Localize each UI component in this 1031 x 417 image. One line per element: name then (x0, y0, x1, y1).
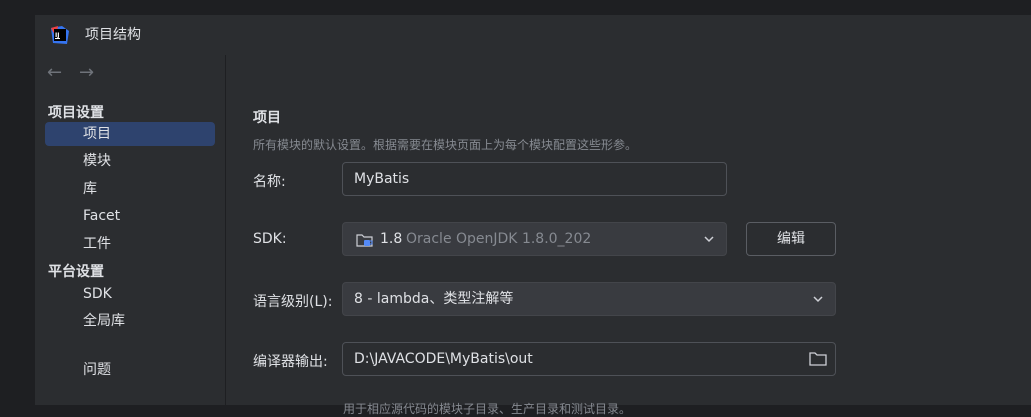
sidebar-item-label: 工件 (83, 236, 111, 252)
project-name-field[interactable]: MyBatis (342, 162, 727, 196)
intellij-logo-icon: IJ (51, 26, 69, 44)
section-platform-settings: 平台设置 (48, 264, 104, 280)
sidebar-item-artifacts[interactable]: 工件 (45, 232, 215, 256)
chevron-down-icon (704, 236, 714, 243)
arrow-right-icon[interactable]: → (79, 63, 94, 83)
project-settings-panel: 项目 所有模块的默认设置。根据需要在模块页面上为每个模块配置这些形参。 名称: … (226, 55, 1031, 416)
page-description: 所有模块的默认设置。根据需要在模块页面上为每个模块配置这些形参。 (253, 138, 638, 152)
sdk-dropdown[interactable]: 1.8 Oracle OpenJDK 1.8.0_202 (342, 222, 727, 256)
sidebar-item-label: 模块 (83, 153, 111, 169)
sidebar-item-facet[interactable]: Facet (45, 204, 215, 228)
sdk-edit-button[interactable]: 编辑 (746, 222, 836, 256)
arrow-left-icon[interactable]: ← (47, 63, 62, 83)
name-label: 名称: (253, 174, 286, 190)
project-name-value: MyBatis (354, 171, 410, 187)
page-title: 项目 (253, 110, 281, 126)
sidebar-item-label: 库 (83, 181, 97, 197)
sdk-label: SDK: (253, 231, 287, 247)
sidebar-item-project[interactable]: 项目 (45, 122, 215, 146)
sidebar-item-label: Facet (83, 208, 121, 224)
sidebar-item-libraries[interactable]: 库 (45, 177, 215, 201)
sidebar-item-problems[interactable]: 问题 (45, 358, 215, 382)
sidebar-item-global-libraries[interactable]: 全局库 (45, 309, 215, 333)
svg-text:IJ: IJ (55, 32, 59, 39)
compiler-output-value: D:\JAVACODE\MyBatis\out (354, 351, 533, 367)
language-level-value: 8 - lambda、类型注解等 (354, 291, 514, 307)
sidebar-item-label: 全局库 (83, 313, 125, 329)
sdk-detail: Oracle OpenJDK 1.8.0_202 (406, 231, 592, 247)
sidebar-item-modules[interactable]: 模块 (45, 149, 215, 173)
sidebar: ← → 项目设置 项目 模块 库 Facet 工件 平台设置 SDK 全局库 问… (35, 55, 225, 405)
folder-icon[interactable] (809, 351, 827, 367)
folder-cup-icon (356, 234, 373, 247)
chevron-down-icon (813, 296, 823, 303)
sdk-version: 1.8 (380, 231, 403, 247)
sidebar-item-label: SDK (83, 286, 112, 302)
compiler-output-field[interactable]: D:\JAVACODE\MyBatis\out (342, 342, 836, 376)
compiler-output-label: 编译器输出: (253, 354, 328, 370)
sidebar-item-sdk[interactable]: SDK (45, 282, 215, 306)
window-title: 项目结构 (85, 27, 141, 43)
language-level-label: 语言级别(L): (253, 294, 333, 310)
sidebar-item-label: 问题 (83, 362, 111, 378)
compiler-output-hint: 用于相应源代码的模块子目录、生产目录和测试目录。 (343, 402, 632, 416)
project-structure-window: IJ 项目结构 ← → 项目设置 项目 模块 库 Facet 工件 平台设置 S… (35, 15, 1031, 416)
section-project-settings: 项目设置 (48, 105, 104, 121)
sidebar-item-label: 项目 (83, 126, 111, 142)
language-level-dropdown[interactable]: 8 - lambda、类型注解等 (342, 282, 836, 316)
title-bar: IJ 项目结构 (35, 15, 1031, 55)
